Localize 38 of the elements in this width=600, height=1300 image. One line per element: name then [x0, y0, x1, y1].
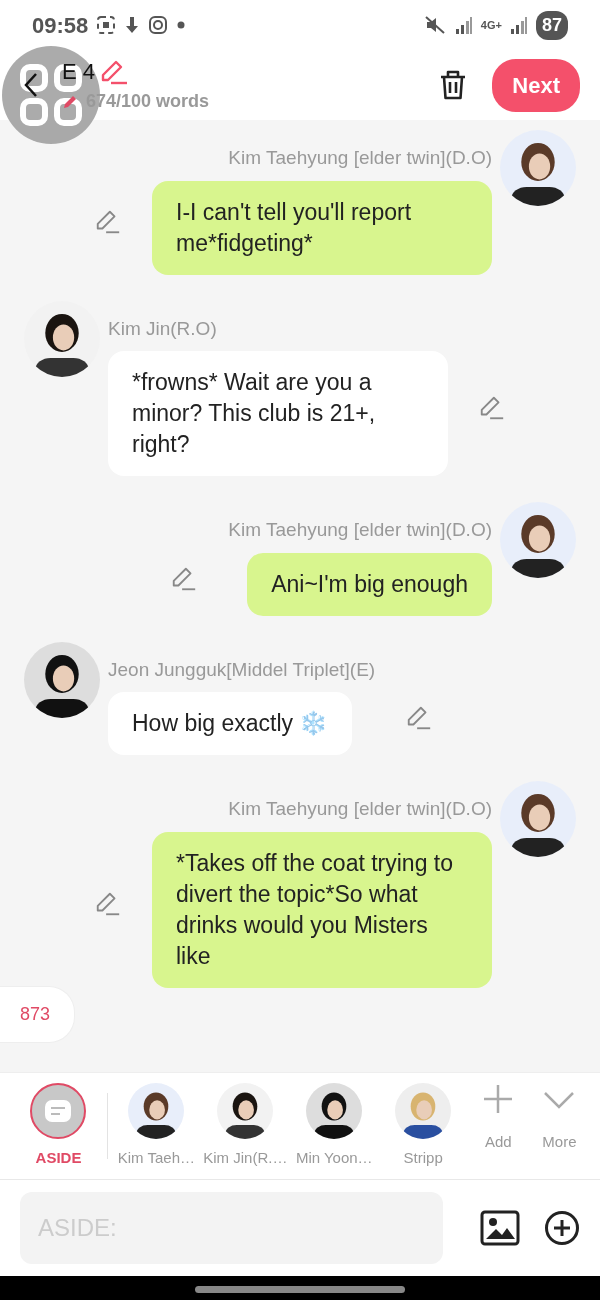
download-icon: [124, 15, 141, 35]
mute-icon: [424, 15, 447, 35]
sender-name: Kim Taehyung [elder twin](D.O): [228, 518, 492, 542]
next-button[interactable]: Next: [492, 58, 580, 112]
plus-icon: [482, 1083, 515, 1115]
message-bubble: *Takes off the coat trying to divert the topic*So what drinks would you Misters like: [152, 831, 492, 988]
message-bubble: Ani~I'm big enough: [247, 552, 492, 616]
message-bubble: I-I can't tell you'll report me*fidgeting*: [152, 180, 492, 275]
message-bubble: *frowns* Wait are you a minor? This club is 21+, right?: [108, 351, 448, 476]
camera-icon: [148, 15, 169, 35]
battery-indicator: 87: [535, 10, 568, 40]
network-type: 4G+: [480, 19, 502, 31]
aside-icon: [44, 1099, 73, 1123]
chapter-title: E 4: [62, 58, 96, 86]
character-option[interactable]: Kim Taeh…: [111, 1083, 201, 1170]
clock-time: 09:58: [32, 11, 89, 40]
pencil-icon: [62, 93, 78, 110]
home-indicator[interactable]: [195, 1285, 405, 1293]
message-bubble: How big exactly ❄: [108, 692, 353, 755]
more-button[interactable]: More: [528, 1083, 590, 1154]
back-icon[interactable]: [24, 72, 38, 98]
add-button[interactable]: Add: [467, 1083, 529, 1154]
character-option[interactable]: Kim Jin(R.…: [200, 1083, 290, 1170]
image-icon[interactable]: [480, 1210, 520, 1246]
grid-icon: [19, 63, 83, 127]
sender-name: Kim Jin(R.O): [108, 316, 217, 341]
sender-name: Jeon Jungguk[Middel Triplet](E): [108, 657, 376, 682]
screenshot-icon: [96, 15, 117, 35]
character-option[interactable]: Stripp: [378, 1083, 468, 1170]
notification-dot-icon: [176, 20, 187, 30]
character-option[interactable]: ASIDE: [14, 1083, 103, 1170]
sender-name: Kim Taehyung [elder twin](D.O): [228, 146, 492, 170]
floating-counter[interactable]: 873: [0, 986, 76, 1043]
signal-icon: [509, 15, 528, 35]
character-option[interactable]: Min Yoon…: [289, 1083, 379, 1170]
sender-name: Kim Taehyung [elder twin](D.O): [228, 797, 492, 821]
signal-icon: [454, 15, 473, 35]
add-circle-icon[interactable]: [544, 1210, 580, 1246]
